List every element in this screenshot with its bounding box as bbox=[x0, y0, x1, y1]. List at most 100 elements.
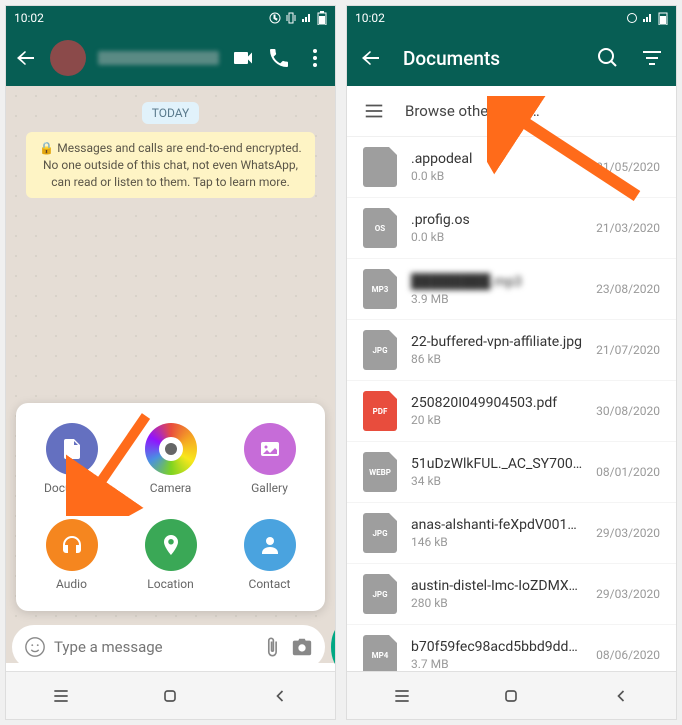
file-type-icon: JPG bbox=[363, 513, 397, 553]
document-info: 250820I049904503.pdf 20 kB bbox=[411, 395, 582, 427]
chat-header bbox=[6, 30, 335, 86]
document-row[interactable]: MP4 b70f59fec98acd5bbd9dd8b7459f8720de… … bbox=[347, 625, 676, 671]
attach-icon[interactable] bbox=[261, 636, 283, 658]
gallery-icon bbox=[258, 437, 282, 461]
camera-icon bbox=[165, 443, 177, 455]
file-type-icon: WEBP bbox=[363, 452, 397, 492]
browse-other-docs[interactable]: Browse other docs… bbox=[347, 86, 676, 137]
nav-back-icon[interactable] bbox=[270, 686, 290, 706]
document-date: 21/03/2020 bbox=[596, 221, 660, 235]
document-size: 3.7 MB bbox=[411, 657, 582, 671]
attach-camera[interactable]: Camera bbox=[125, 423, 216, 495]
phone-right-documents: 10:02 Documents Browse other docs… .appo… bbox=[346, 5, 677, 720]
document-date: 21/07/2020 bbox=[596, 343, 660, 357]
documents-list[interactable]: Browse other docs… .appodeal 0.0 kB 21/0… bbox=[347, 86, 676, 671]
nav-back-icon[interactable] bbox=[611, 686, 631, 706]
document-info: .appodeal 0.0 kB bbox=[411, 151, 582, 183]
signal-icon bbox=[642, 12, 654, 24]
document-row[interactable]: JPG austin-distel-Imc-IoZDMXc-unsplash.j… bbox=[347, 564, 676, 625]
attach-location[interactable]: Location bbox=[125, 519, 216, 591]
attach-audio[interactable]: Audio bbox=[26, 519, 117, 591]
document-info: .profig.os 0.0 kB bbox=[411, 212, 582, 244]
document-date: 29/03/2020 bbox=[596, 526, 660, 540]
nav-recents-icon[interactable] bbox=[392, 686, 412, 706]
contact-icon bbox=[258, 533, 282, 557]
document-date: 30/08/2020 bbox=[596, 404, 660, 418]
alarm-icon bbox=[269, 12, 281, 24]
message-input-bar bbox=[12, 623, 329, 671]
document-size: 86 kB bbox=[411, 352, 582, 366]
list-icon bbox=[363, 100, 385, 122]
attach-contact[interactable]: Contact bbox=[224, 519, 315, 591]
mic-icon bbox=[331, 636, 336, 658]
documents-header: Documents bbox=[347, 30, 676, 86]
alarm-icon bbox=[626, 12, 638, 24]
voice-call-icon[interactable] bbox=[267, 46, 291, 70]
attach-gallery[interactable]: Gallery bbox=[224, 423, 315, 495]
battery-icon bbox=[658, 11, 668, 25]
document-size: 280 kB bbox=[411, 596, 582, 610]
document-info: austin-distel-Imc-IoZDMXc-unsplash.jpg 2… bbox=[411, 578, 582, 610]
back-icon[interactable] bbox=[359, 46, 383, 70]
nav-recents-icon[interactable] bbox=[51, 686, 71, 706]
headphones-icon bbox=[60, 533, 84, 557]
document-row[interactable]: OS .profig.os 0.0 kB 21/03/2020 bbox=[347, 198, 676, 259]
document-row[interactable]: WEBP 51uDzWlkFUL._AC_SY700_ML1_FMwe… 34 … bbox=[347, 442, 676, 503]
document-info: 22-buffered-vpn-affiliate.jpg 86 kB bbox=[411, 334, 582, 366]
document-name: ████████.mp3 bbox=[411, 273, 582, 290]
browse-label: Browse other docs… bbox=[405, 102, 540, 120]
message-input[interactable] bbox=[54, 638, 253, 656]
status-time: 10:02 bbox=[355, 11, 385, 25]
document-date: 21/05/2020 bbox=[596, 160, 660, 174]
video-call-icon[interactable] bbox=[231, 46, 255, 70]
nav-bar bbox=[6, 671, 335, 719]
document-info: 51uDzWlkFUL._AC_SY700_ML1_FMwe… 34 kB bbox=[411, 456, 582, 488]
avatar[interactable] bbox=[50, 40, 86, 76]
document-name: .profig.os bbox=[411, 212, 582, 228]
document-name: .appodeal bbox=[411, 151, 582, 167]
date-badge: TODAY bbox=[142, 102, 200, 124]
vibrate-icon bbox=[285, 12, 297, 24]
nav-home-icon[interactable] bbox=[160, 686, 180, 706]
encryption-notice[interactable]: 🔒 Messages and calls are end-to-end encr… bbox=[26, 132, 315, 198]
document-row[interactable]: .appodeal 0.0 kB 21/05/2020 bbox=[347, 137, 676, 198]
status-bar: 10:02 bbox=[347, 6, 676, 30]
document-name: 22-buffered-vpn-affiliate.jpg bbox=[411, 334, 582, 350]
document-name: austin-distel-Imc-IoZDMXc-unsplash.jpg bbox=[411, 578, 582, 594]
file-type-icon bbox=[363, 147, 397, 187]
document-name: anas-alshanti-feXpdV001o4-unsplash.j… bbox=[411, 517, 582, 533]
signal-icon bbox=[301, 12, 313, 24]
file-type-icon: PDF bbox=[363, 391, 397, 431]
document-row[interactable]: JPG 22-buffered-vpn-affiliate.jpg 86 kB … bbox=[347, 320, 676, 381]
document-icon bbox=[60, 437, 84, 461]
document-size: 3.9 MB bbox=[411, 292, 582, 306]
document-info: anas-alshanti-feXpdV001o4-unsplash.j… 14… bbox=[411, 517, 582, 549]
status-icons bbox=[626, 11, 668, 25]
attach-document[interactable]: Document bbox=[26, 423, 117, 495]
battery-icon bbox=[317, 11, 327, 25]
search-icon[interactable] bbox=[596, 46, 620, 70]
status-icons bbox=[269, 11, 327, 25]
document-row[interactable]: JPG anas-alshanti-feXpdV001o4-unsplash.j… bbox=[347, 503, 676, 564]
more-icon[interactable] bbox=[303, 46, 327, 70]
document-info: b70f59fec98acd5bbd9dd8b7459f8720de… 3.7 … bbox=[411, 639, 582, 671]
status-bar: 10:02 bbox=[6, 6, 335, 30]
contact-name[interactable] bbox=[98, 51, 219, 65]
status-time: 10:02 bbox=[14, 11, 44, 25]
file-type-icon: JPG bbox=[363, 574, 397, 614]
camera-input-icon[interactable] bbox=[291, 636, 313, 658]
back-icon[interactable] bbox=[14, 46, 38, 70]
document-name: 51uDzWlkFUL._AC_SY700_ML1_FMwe… bbox=[411, 456, 582, 472]
emoji-icon[interactable] bbox=[24, 636, 46, 658]
document-row[interactable]: MP3 ████████.mp3 3.9 MB 23/08/2020 bbox=[347, 259, 676, 320]
document-date: 08/01/2020 bbox=[596, 465, 660, 479]
sort-icon[interactable] bbox=[640, 46, 664, 70]
phone-left-chat: 10:02 TODAY 🔒 Messages and calls are end… bbox=[5, 5, 336, 720]
document-row[interactable]: PDF 250820I049904503.pdf 20 kB 30/08/202… bbox=[347, 381, 676, 442]
document-info: ████████.mp3 3.9 MB bbox=[411, 273, 582, 306]
nav-home-icon[interactable] bbox=[501, 686, 521, 706]
document-size: 0.0 kB bbox=[411, 169, 582, 183]
file-type-icon: JPG bbox=[363, 330, 397, 370]
document-date: 29/03/2020 bbox=[596, 587, 660, 601]
nav-bar bbox=[347, 671, 676, 719]
